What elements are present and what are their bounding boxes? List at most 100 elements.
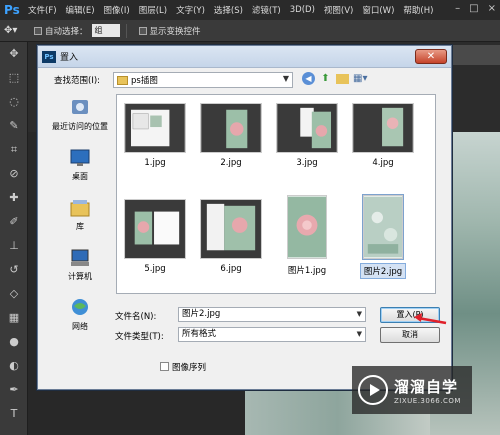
menu-image[interactable]: 图像(I) — [104, 4, 130, 16]
maximize-icon[interactable]: □ — [469, 3, 478, 14]
menu-select[interactable]: 选择(S) — [214, 4, 243, 16]
divider — [125, 23, 127, 38]
file-preview — [200, 103, 262, 153]
blur-tool-icon[interactable]: ● — [0, 330, 28, 354]
eraser-tool-icon[interactable]: ◇ — [0, 282, 28, 306]
quick-select-tool-icon[interactable]: ✎ — [0, 114, 28, 138]
gradient-tool-icon[interactable]: ▦ — [0, 306, 28, 330]
cancel-button[interactable]: 取消 — [380, 327, 440, 343]
file-name: 5.jpg — [144, 264, 166, 274]
file-type-value: 所有格式 — [182, 329, 217, 339]
menu-3d[interactable]: 3D(D) — [290, 5, 315, 15]
file-thumbnail[interactable]: 2.jpg — [195, 103, 267, 169]
look-in-combo[interactable]: ps插图 ▼ — [113, 72, 293, 88]
place-network[interactable]: 网络 — [46, 294, 114, 344]
auto-select-dropdown[interactable]: 组 — [91, 24, 120, 37]
stamp-tool-icon[interactable]: ⊥ — [0, 234, 28, 258]
file-preview — [352, 103, 414, 153]
dialog-close-button[interactable]: ✕ — [415, 49, 447, 64]
network-icon — [72, 299, 88, 315]
options-bar: ✥▾ 自动选择： 组 显示变换控件 — [0, 20, 500, 42]
place-dialog: Ps 置入 ✕ 查找范围(I): ps插图 ▼ ◀ ⬆ ▦▾ 最近访问的位置 桌… — [37, 45, 452, 390]
look-in-label: 查找范围(I): — [54, 76, 101, 86]
marquee-tool-icon[interactable]: ⬚ — [0, 66, 28, 90]
file-thumbnail-selected[interactable]: 图片2.jpg — [347, 194, 419, 279]
menu-help[interactable]: 帮助(H) — [403, 4, 433, 16]
libraries-icon — [70, 200, 90, 217]
file-type-label: 文件类型(T): — [115, 332, 164, 342]
watermark-text: 溜溜自学 ZIXUE.3066.COM — [394, 376, 461, 405]
file-name-label: 文件名(N): — [115, 312, 157, 322]
place-label: 最近访问的位置 — [52, 122, 108, 131]
pen-tool-icon[interactable]: ✒ — [0, 378, 28, 402]
file-name: 4.jpg — [372, 158, 394, 168]
chevron-down-icon[interactable]: ▼ — [357, 308, 362, 321]
brush-tool-icon[interactable]: ✐ — [0, 210, 28, 234]
menu-layer[interactable]: 图层(L) — [139, 4, 167, 16]
type-tool-icon[interactable]: T — [0, 402, 28, 426]
file-thumbnail[interactable]: 4.jpg — [347, 103, 419, 169]
move-tool-icon[interactable]: ✥▾ — [0, 25, 26, 36]
file-preview — [124, 103, 186, 153]
file-thumbnail[interactable]: 3.jpg — [271, 103, 343, 169]
dodge-tool-icon[interactable]: ◐ — [0, 354, 28, 378]
file-thumbnail[interactable]: 图片1.jpg — [271, 195, 343, 277]
show-transform-checkbox[interactable] — [138, 26, 147, 35]
photoshop-logo: Ps — [4, 3, 20, 17]
menu-file[interactable]: 文件(F) — [28, 4, 57, 16]
file-name: 6.jpg — [220, 264, 242, 274]
file-name-input[interactable]: 图片2.jpg ▼ — [178, 307, 366, 322]
place-recent[interactable]: 最近访问的位置 — [46, 94, 114, 144]
eyedropper-tool-icon[interactable]: ⊘ — [0, 162, 28, 186]
auto-select-checkbox[interactable] — [34, 26, 42, 35]
file-preview — [362, 194, 404, 260]
place-label: 计算机 — [68, 272, 92, 281]
file-name: 1.jpg — [144, 158, 166, 168]
place-computer[interactable]: 计算机 — [46, 244, 114, 294]
chevron-down-icon[interactable]: ▼ — [283, 74, 289, 83]
crop-tool-icon[interactable]: ⌗ — [0, 138, 28, 162]
move-tool-icon[interactable]: ✥ — [0, 42, 28, 66]
nav-toolbar: ◀ ⬆ ▦▾ — [302, 72, 367, 85]
file-type-select[interactable]: 所有格式 ▼ — [178, 327, 366, 342]
menu-filter[interactable]: 滤镜(T) — [252, 4, 281, 16]
menu-window[interactable]: 窗口(W) — [362, 4, 394, 16]
folder-icon — [117, 75, 128, 85]
menu-type[interactable]: 文字(Y) — [176, 4, 205, 16]
new-folder-icon[interactable] — [336, 73, 349, 84]
file-name-value: 图片2.jpg — [182, 309, 221, 319]
file-list: 1.jpg 2.jpg 3.jpg 4.jpg 5.jpg 6.jpg 图片1.… — [116, 94, 436, 294]
file-name: 3.jpg — [296, 158, 318, 168]
chevron-down-icon[interactable]: ▼ — [357, 328, 362, 341]
dialog-title: 置入 — [60, 53, 79, 63]
watermark-name: 溜溜自学 — [394, 377, 459, 396]
file-thumbnail[interactable]: 5.jpg — [119, 199, 191, 275]
place-desktop[interactable]: 桌面 — [46, 144, 114, 194]
show-transform-label: 显示变换控件 — [149, 26, 201, 37]
annotation-arrow-icon — [414, 313, 447, 325]
file-thumbnail[interactable]: 6.jpg — [195, 199, 267, 275]
up-folder-icon[interactable]: ⬆ — [319, 72, 332, 85]
view-menu-icon[interactable]: ▦▾ — [353, 72, 367, 85]
close-icon[interactable]: × — [488, 3, 496, 14]
history-brush-tool-icon[interactable]: ↺ — [0, 258, 28, 282]
file-thumbnail[interactable]: 1.jpg — [119, 103, 191, 169]
back-icon[interactable]: ◀ — [302, 72, 315, 85]
menu-bar: Ps 文件(F) 编辑(E) 图像(I) 图层(L) 文字(Y) 选择(S) 滤… — [0, 0, 500, 20]
menu-edit[interactable]: 编辑(E) — [66, 4, 95, 16]
photoshop-icon: Ps — [42, 50, 56, 63]
dialog-titlebar: Ps 置入 ✕ — [38, 46, 451, 68]
file-preview — [276, 103, 338, 153]
file-preview — [124, 199, 186, 259]
file-name: 图片1.jpg — [287, 266, 327, 276]
file-preview — [287, 195, 327, 259]
lasso-tool-icon[interactable]: ◌ — [0, 90, 28, 114]
place-libraries[interactable]: 库 — [46, 194, 114, 244]
auto-select-label: 自动选择： — [45, 26, 88, 37]
file-name: 2.jpg — [220, 158, 242, 168]
file-preview — [200, 199, 262, 259]
minimize-icon[interactable]: – — [455, 3, 460, 14]
healing-brush-tool-icon[interactable]: ✚ — [0, 186, 28, 210]
menu-view[interactable]: 视图(V) — [324, 4, 353, 16]
image-sequence-checkbox[interactable] — [160, 362, 169, 371]
